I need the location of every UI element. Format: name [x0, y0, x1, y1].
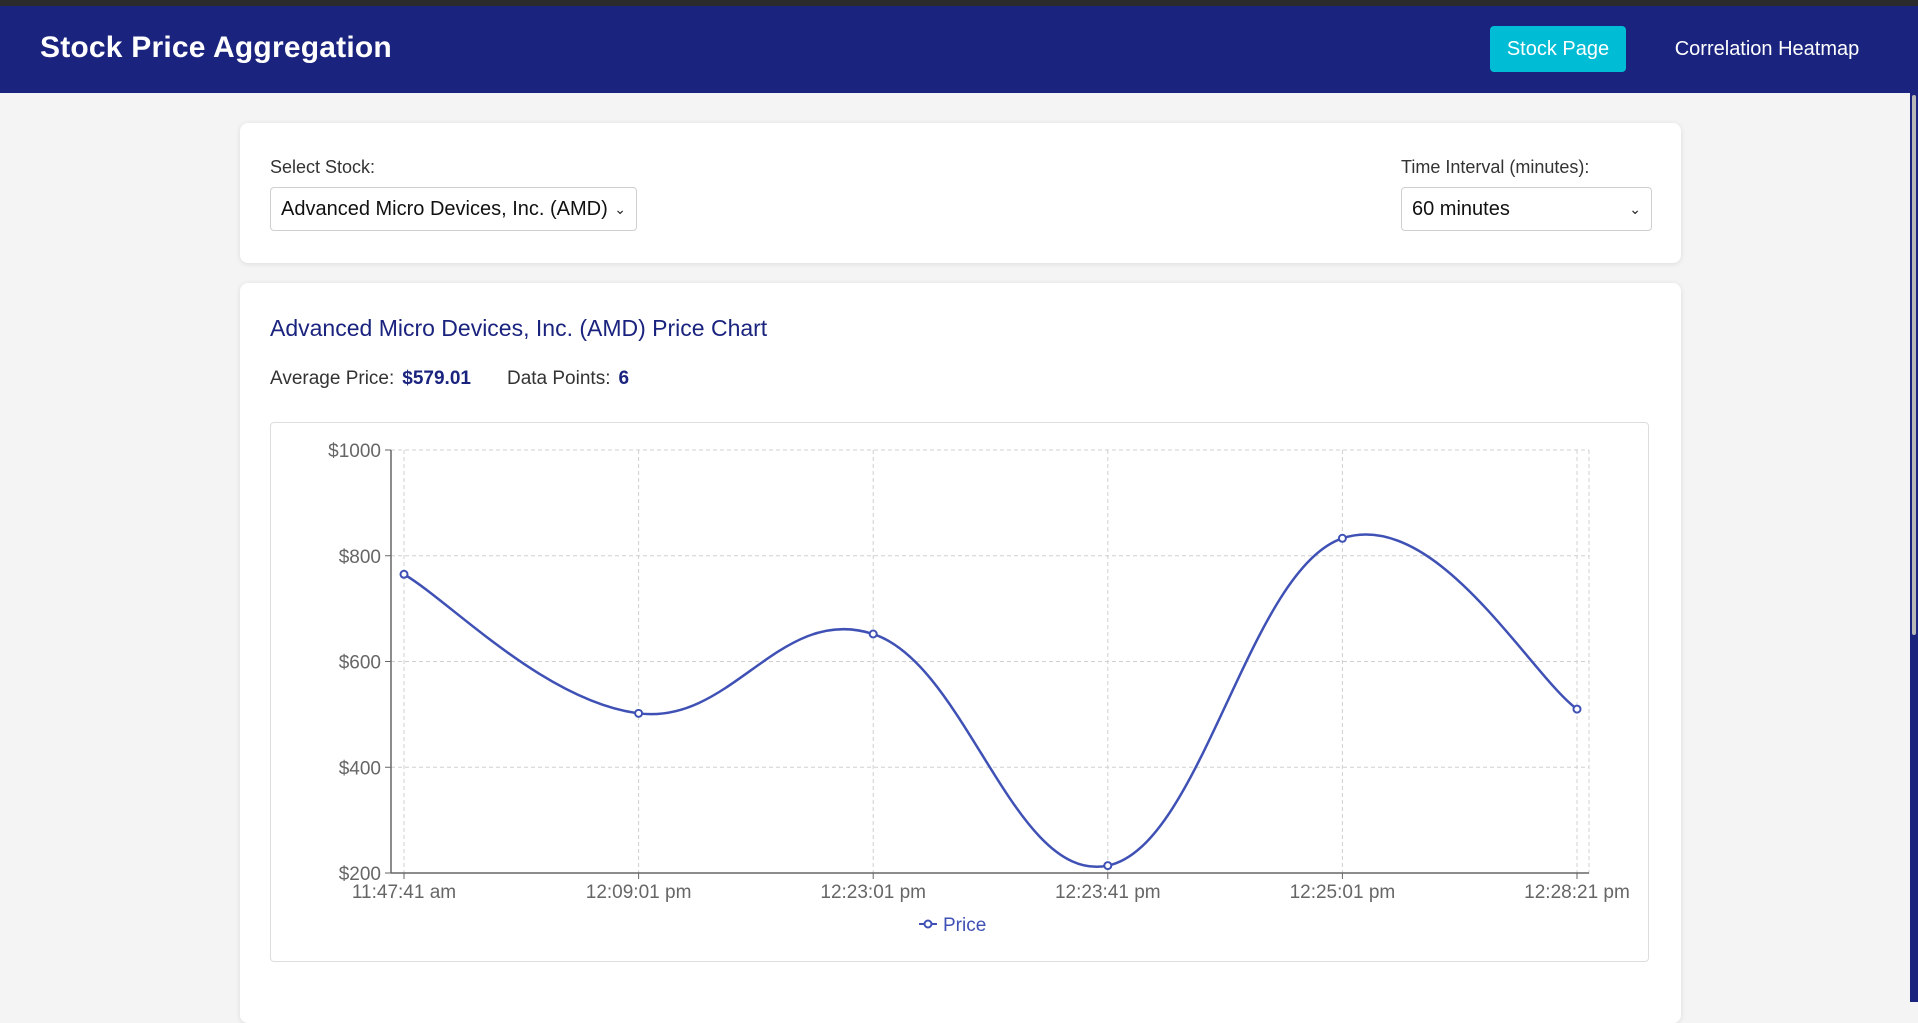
price-data-point: [1337, 533, 1347, 543]
controls-card: Select Stock: Advanced Micro Devices, In…: [240, 123, 1681, 263]
y-tick-label: $1000: [328, 441, 381, 462]
price-data-point: [399, 569, 409, 579]
legend-marker-icon: [923, 919, 933, 929]
y-tick-label: $400: [339, 758, 381, 779]
price-data-point: [1572, 704, 1582, 714]
x-tick-label: 12:28:21 pm: [1524, 882, 1630, 903]
chart-title: Advanced Micro Devices, Inc. (AMD) Price…: [270, 315, 768, 341]
app-title: Stock Price Aggregation: [40, 31, 392, 64]
chevron-down-icon: ⌄: [1629, 201, 1641, 217]
y-tick-label: $800: [339, 547, 381, 568]
average-price-label: Average Price:: [270, 368, 395, 389]
y-tick-label: $600: [339, 653, 381, 674]
price-data-point: [868, 629, 878, 639]
data-points-label: Data Points:: [506, 368, 611, 389]
x-tick-label: 12:23:01 pm: [820, 882, 926, 903]
x-tick-label: 11:47:41 am: [352, 882, 456, 903]
data-points-value: 6: [618, 368, 630, 389]
price-series-line: [403, 533, 1578, 868]
chart-stats: Average Price: $579.01 Data Points: 6: [270, 368, 629, 390]
legend-label: Price: [943, 915, 986, 936]
stock-select-value: Advanced Micro Devices, Inc. (AMD): [281, 198, 608, 220]
chart-container: $200 $400 $600 $800 $1000 11:47:41 am 12:09:01…: [270, 422, 1649, 962]
interval-select[interactable]: 60 minutes ⌄: [1401, 187, 1652, 231]
x-tick-label: 12:23:41 pm: [1055, 882, 1161, 903]
nav-stock-page-button[interactable]: Stock Page: [1490, 26, 1626, 72]
scrollbar-thumb[interactable]: [1912, 95, 1916, 635]
stock-select-label: Select Stock:: [270, 157, 376, 177]
price-line-chart: $200$400$600$800$100011:47:41 am 12:09:01…: [328, 441, 1630, 936]
interval-select-label: Time Interval (minutes):: [1401, 157, 1590, 177]
nav-correlation-heatmap-link[interactable]: Correlation Heatmap: [1664, 26, 1870, 72]
stock-select[interactable]: Advanced Micro Devices, Inc. (AMD) ⌄: [270, 187, 637, 231]
interval-select-value: 60 minutes: [1412, 198, 1510, 220]
average-price-value: $579.01: [402, 368, 471, 389]
x-tick-label: 12:09:01 pm: [586, 882, 692, 903]
x-tick-label: 12:25:01 pm: [1290, 882, 1396, 903]
top-navbar: Stock Price Aggregation Stock Page Corre…: [0, 6, 1918, 93]
price-data-point: [1103, 861, 1113, 871]
price-data-point: [634, 708, 644, 718]
chart-card: Advanced Micro Devices, Inc. (AMD) Price…: [240, 283, 1681, 1023]
chevron-down-icon: ⌄: [614, 201, 626, 217]
